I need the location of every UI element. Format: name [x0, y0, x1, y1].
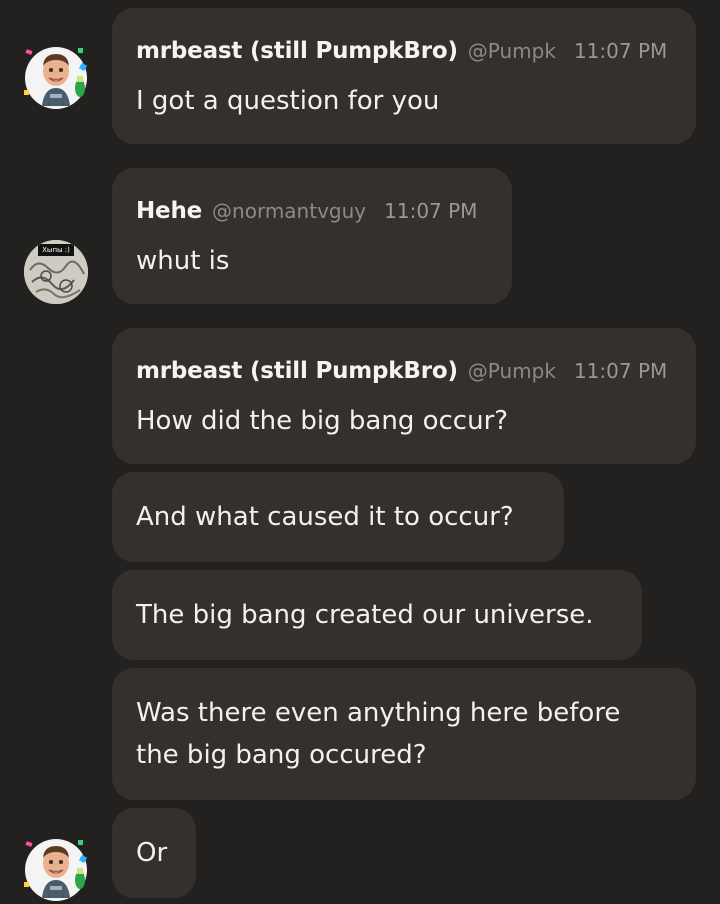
avatar-mrbeast[interactable] — [24, 836, 88, 901]
message-bubble[interactable]: Or — [112, 808, 196, 898]
message-bubble[interactable]: mrbeast (still PumpkBro) @Pumpk 11:07 PM… — [112, 8, 696, 144]
message-bubble[interactable]: Hehe @normantvguy 11:07 PM whut is — [112, 168, 512, 304]
avatar-caption: Хыпы :) — [42, 246, 70, 254]
message-header: mrbeast (still PumpkBro) @Pumpk 11:07 PM — [136, 38, 667, 68]
message-timestamp: 11:07 PM — [573, 39, 668, 63]
message-bubble[interactable]: The big bang created our universe. — [112, 570, 642, 660]
message-text: I got a question for you — [136, 86, 440, 116]
message-text-line-2: the big bang occured? — [136, 740, 427, 770]
author-handle[interactable]: @normantvguy — [212, 199, 366, 223]
message-timestamp: 11:07 PM — [384, 199, 478, 223]
message-timestamp: 11:07 PM — [573, 359, 668, 383]
message-text: Or — [136, 838, 168, 868]
message-text: And what caused it to occur? — [136, 502, 514, 532]
message-text-line-1: Was there even anything here before — [136, 698, 621, 728]
author-handle[interactable]: @Pumpk — [468, 359, 556, 383]
author-name[interactable]: mrbeast (still PumpkBro) — [136, 358, 458, 384]
message-text: whut is — [136, 246, 230, 276]
message-text: The big bang created our universe. — [136, 600, 594, 630]
avatar-hehe[interactable]: Хыпы :) — [24, 240, 88, 304]
message-header: mrbeast (still PumpkBro) @Pumpk 11:07 PM — [136, 358, 667, 388]
avatar-mrbeast-image — [24, 839, 88, 901]
avatar-mrbeast[interactable] — [24, 44, 88, 109]
message-header: Hehe @normantvguy 11:07 PM — [136, 198, 477, 228]
author-name[interactable]: mrbeast (still PumpkBro) — [136, 38, 458, 64]
message-bubble[interactable]: Was there even anything here before the … — [112, 668, 696, 800]
message-bubble[interactable]: And what caused it to occur? — [112, 472, 564, 562]
chat-thread: mrbeast (still PumpkBro) @Pumpk 11:07 PM… — [0, 0, 720, 904]
message-bubble[interactable]: mrbeast (still PumpkBro) @Pumpk 11:07 PM… — [112, 328, 696, 464]
author-handle[interactable]: @Pumpk — [468, 39, 556, 63]
avatar-mrbeast-image — [24, 47, 88, 109]
author-name[interactable]: Hehe — [136, 198, 202, 224]
message-text: How did the big bang occur? — [136, 406, 509, 436]
